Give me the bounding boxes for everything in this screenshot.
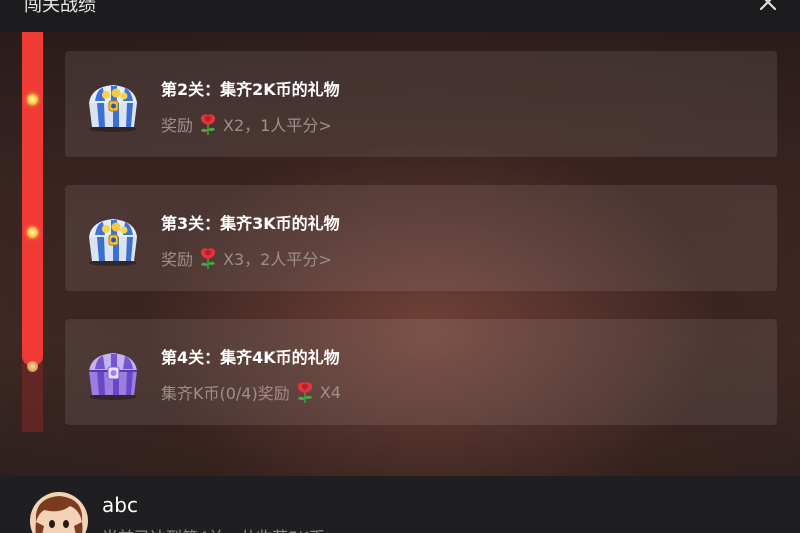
levels-panel: 第2关：集齐2K币的礼物 奖励 X2，1人平分> 第3关：集齐3K币的礼物 奖励… <box>0 32 800 476</box>
rose-icon <box>200 114 216 135</box>
page-title: 闯关战绩 <box>24 0 96 16</box>
achievement-status: 当前已达到第4关，共收获5K币 <box>102 524 325 533</box>
blue-treasure-chest-icon <box>89 85 137 132</box>
level-title: 第3关：集齐3K币的礼物 <box>161 214 340 233</box>
level-title: 第4关：集齐4K币的礼物 <box>161 348 340 367</box>
level-card-3[interactable]: 第3关：集齐3K币的礼物 奖励 X3，2人平分> <box>65 185 777 291</box>
progress-node-level-3 <box>27 227 38 238</box>
level-card-2[interactable]: 第2关：集齐2K币的礼物 奖励 X2，1人平分> <box>65 51 777 157</box>
reward-prefix: 奖励 <box>161 116 194 135</box>
header-bar: 闯关战绩 <box>0 0 800 32</box>
progress-fill <box>22 32 43 366</box>
user-name: abc <box>102 493 138 517</box>
progress-node-level-4 <box>27 361 38 372</box>
avatar[interactable] <box>30 492 88 533</box>
reward-line[interactable]: 奖励 X3，2人平分> <box>161 246 332 270</box>
reward-suffix: X4 <box>319 382 341 402</box>
reward-prefix: 奖励 <box>161 250 194 269</box>
progress-node-level-2 <box>27 94 38 105</box>
rose-icon <box>297 382 312 403</box>
level-title: 第2关：集齐2K币的礼物 <box>161 80 340 99</box>
blue-treasure-chest-icon <box>89 219 137 266</box>
user-summary: abc 当前已达到第4关，共收获5K币 <box>0 476 800 533</box>
close-icon[interactable] <box>758 0 778 12</box>
reward-suffix: X2，1人平分> <box>223 116 332 135</box>
rose-icon <box>200 248 216 269</box>
level-card-4[interactable]: 第4关：集齐4K币的礼物 集齐K币(0/4)奖励 X4 <box>65 319 777 425</box>
reward-line: 集齐K币(0/4)奖励 X4 <box>161 380 341 404</box>
purple-treasure-chest-icon <box>89 353 137 400</box>
reward-suffix: X3，2人平分> <box>223 250 332 269</box>
reward-prefix: 集齐K币(0/4)奖励 <box>161 384 290 403</box>
reward-line[interactable]: 奖励 X2，1人平分> <box>161 112 332 136</box>
